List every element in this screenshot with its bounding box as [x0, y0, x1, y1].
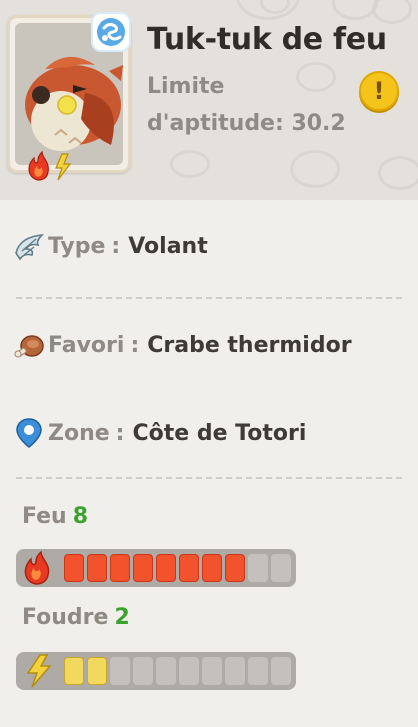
stat-segment-filled	[87, 657, 107, 685]
stat-segment-filled	[202, 554, 222, 582]
favorite-value: Crabe thermidor	[147, 332, 352, 358]
creature-elements	[26, 150, 76, 182]
zone-separator: :	[115, 420, 125, 446]
favorite-separator: :	[130, 332, 140, 358]
stat-name: Feu	[22, 504, 67, 529]
stat-segment-filled	[225, 554, 245, 582]
fire-icon	[24, 550, 50, 585]
stat-label-lightning: Foudre 2	[22, 605, 130, 630]
stat-segment-empty	[271, 657, 291, 685]
location-pin-icon	[16, 418, 42, 448]
type-key: Type	[48, 233, 106, 259]
stat-segment-filled	[179, 554, 199, 582]
stat-segment-empty	[133, 657, 153, 685]
stat-segment-empty	[248, 554, 268, 582]
stat-segment-empty	[202, 657, 222, 685]
zone-row: Zone : Côte de Totori	[12, 413, 306, 453]
stat-segment-empty	[179, 657, 199, 685]
divider	[16, 297, 402, 299]
background-swirl	[170, 150, 210, 178]
stat-bar-lightning	[16, 652, 296, 690]
background-swirl	[372, 0, 412, 24]
aptitude-limit: Limite d'aptitude: 30.2	[147, 74, 346, 136]
type-value: Volant	[128, 233, 208, 259]
stat-segment-filled	[133, 554, 153, 582]
lightning-icon	[55, 153, 72, 181]
wing-icon	[15, 234, 45, 261]
stat-name: Foudre	[22, 605, 109, 630]
creature-header: Tuk-tuk de feu Limite d'aptitude: 30.2 !	[0, 0, 418, 200]
stat-segment-empty	[225, 657, 245, 685]
background-swirl	[378, 156, 418, 190]
creature-name: Tuk-tuk de feu	[147, 22, 387, 57]
type-row: Type : Volant	[12, 226, 208, 266]
stat-label-fire: Feu 8	[22, 504, 88, 529]
divider	[16, 477, 402, 479]
stat-bar-fire	[16, 549, 296, 587]
stat-segment-filled	[87, 554, 107, 582]
favorite-key: Favori	[48, 332, 125, 358]
meat-icon	[14, 335, 44, 358]
stat-segment-filled	[156, 554, 176, 582]
info-button[interactable]: !	[359, 71, 399, 111]
zone-key: Zone	[48, 420, 110, 446]
exclamation-icon: !	[373, 77, 385, 105]
stat-value: 8	[72, 504, 89, 529]
stat-segment-filled	[110, 554, 130, 582]
stat-segment-empty	[271, 554, 291, 582]
wind-swirl-icon	[91, 12, 131, 52]
stat-segment-filled	[64, 554, 84, 582]
stat-segment-empty	[110, 657, 130, 685]
fire-icon	[28, 150, 49, 181]
type-separator: :	[111, 233, 121, 259]
stat-segment-empty	[156, 657, 176, 685]
stat-segment-filled	[64, 657, 84, 685]
zone-value: Côte de Totori	[132, 420, 307, 446]
stat-segment-empty	[248, 657, 268, 685]
stat-value: 2	[114, 605, 130, 630]
background-swirl	[290, 150, 340, 188]
lightning-icon	[26, 654, 52, 688]
favorite-row: Favori : Crabe thermidor	[12, 325, 352, 365]
